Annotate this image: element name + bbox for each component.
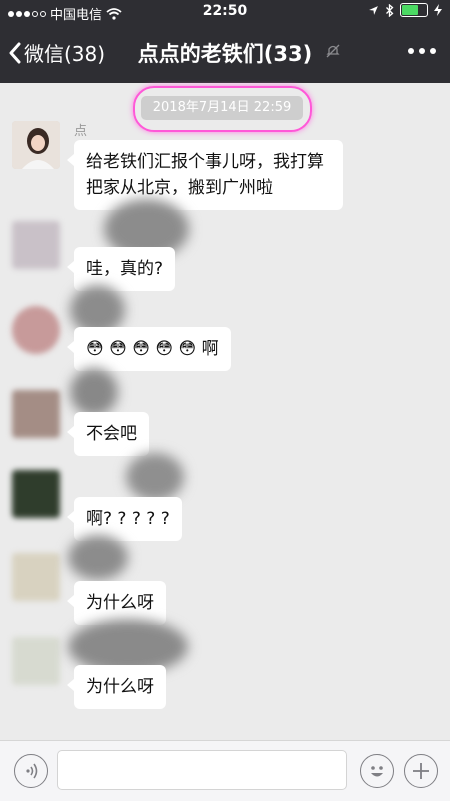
avatar[interactable] (12, 306, 60, 354)
nav-bar: 微信(38) 点点的老铁们(33) (0, 28, 450, 76)
blurred-name (126, 453, 184, 501)
avatar[interactable] (12, 637, 60, 685)
status-bar: 中国电信 22:50 (0, 0, 450, 24)
battery-icon (400, 3, 428, 17)
chat-area[interactable]: 2018年7月14日 22:59 点 给老铁们汇报个事儿呀，我打算把家从北京，搬… (0, 83, 450, 740)
message-timestamp: 2018年7月14日 22:59 (141, 96, 303, 120)
message-bubble[interactable]: 😳 😳 😳 😳 😳 啊 (67, 327, 231, 371)
message-bubble[interactable]: 给老铁们汇报个事儿呀，我打算把家从北京，搬到广州啦 (67, 140, 343, 210)
message-bubble[interactable]: 不会吧 (67, 412, 149, 456)
bluetooth-icon (386, 3, 394, 17)
top-bar: 中国电信 22:50 微信(38) 点点的老铁们(33) (0, 0, 450, 83)
charging-icon (434, 4, 442, 16)
mute-icon (326, 44, 340, 58)
blurred-name (68, 535, 128, 580)
emoji-icon (371, 766, 383, 777)
sender-name: 点 (74, 124, 88, 139)
plus-button[interactable] (404, 754, 438, 788)
avatar[interactable] (12, 553, 60, 601)
chat-title[interactable]: 点点的老铁们(33) (0, 38, 450, 68)
message-bubble[interactable]: 哇，真的? (66, 247, 176, 291)
input-toolbar (0, 740, 450, 801)
message-bubble[interactable]: 为什么呀 (67, 665, 166, 709)
voice-icon (26, 763, 38, 779)
message-input[interactable] (57, 750, 347, 790)
avatar-photo (12, 121, 60, 169)
voice-button[interactable] (14, 754, 48, 788)
avatar[interactable] (12, 470, 60, 518)
more-icon[interactable] (408, 48, 436, 54)
plus-icon (413, 763, 429, 779)
blurred-name (70, 368, 118, 416)
message-bubble[interactable]: 啊? ? ? ? ? (67, 497, 182, 541)
avatar[interactable] (12, 121, 60, 169)
avatar[interactable] (12, 390, 60, 438)
emoji-button[interactable] (360, 754, 394, 788)
avatar[interactable] (12, 221, 60, 269)
location-icon (369, 5, 378, 15)
